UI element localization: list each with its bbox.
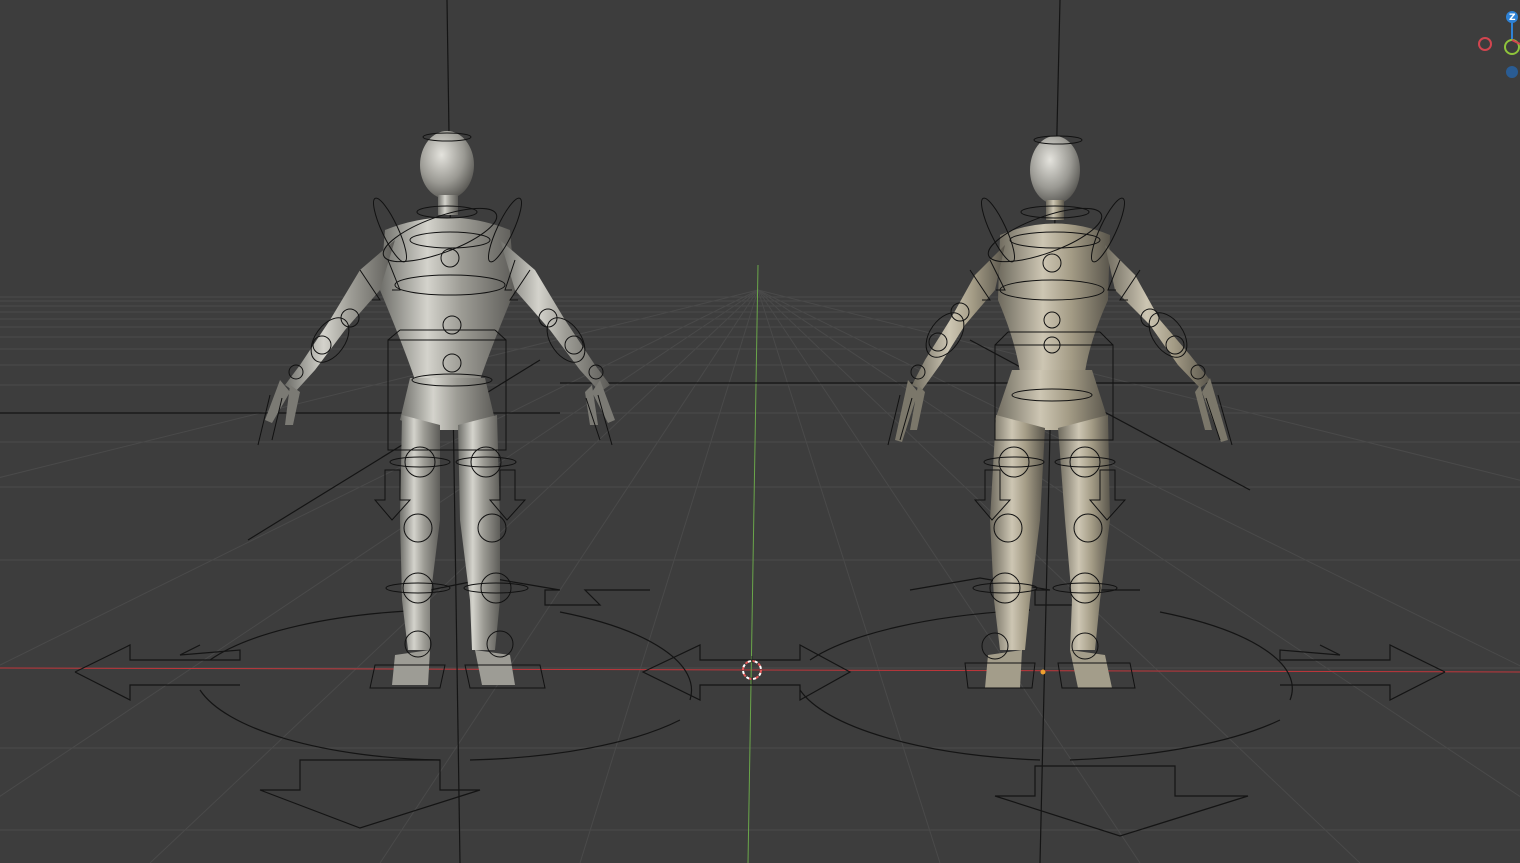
floor-grid [0, 289, 1520, 863]
viewport-canvas[interactable]: Z [0, 0, 1520, 863]
spine-line-left [446, 0, 461, 863]
y-axis-line [747, 264, 759, 863]
navigation-gizmo[interactable]: Z [1478, 11, 1520, 78]
object-origin [1040, 669, 1046, 675]
3d-viewport[interactable]: Z [0, 0, 1520, 863]
gizmo-z-label: Z [1509, 13, 1516, 23]
gizmo-x-axis-icon[interactable] [1478, 37, 1492, 51]
gizmo-neg-z-axis-icon[interactable] [1506, 66, 1518, 78]
